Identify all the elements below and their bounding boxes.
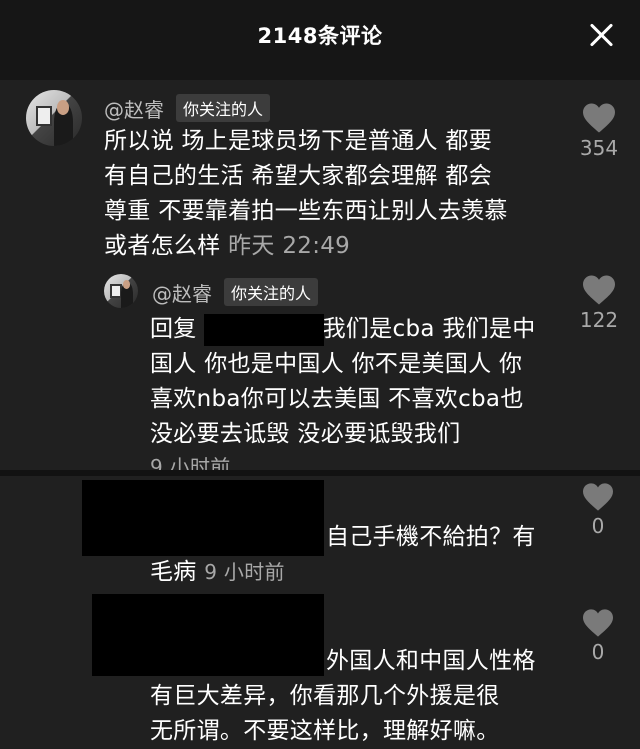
reply-item: @赵睿 你关注的人 回复 我们是cba 我们是中 国人 你也是中国人 你不是美国人… <box>0 262 640 479</box>
like-count: 122 <box>579 308 619 332</box>
following-badge: 你关注的人 <box>176 94 271 122</box>
comment-text: 所以说 场上是球员场下是普通人 都要 有自己的生活 希望大家都会理解 都会 尊重… <box>104 128 508 259</box>
avatar[interactable] <box>104 274 138 308</box>
like-button[interactable]: 0 <box>576 482 620 538</box>
like-count: 0 <box>591 514 605 538</box>
following-badge: 你关注的人 <box>224 278 319 306</box>
like-count: 354 <box>579 136 619 160</box>
heart-icon <box>583 103 615 133</box>
comment-time: 9 小时前 <box>204 560 285 584</box>
heart-icon <box>583 609 613 637</box>
heart-icon <box>583 483 613 511</box>
redacted-username <box>204 314 324 346</box>
comment-count-title: 2148条评论 <box>257 24 383 48</box>
like-count: 0 <box>591 640 605 664</box>
comment-item: @赵睿 你关注的人 所以说 场上是球员场下是普通人 都要 有自己的生活 希望大家… <box>0 80 640 262</box>
comments-header: 2148条评论 <box>0 0 640 80</box>
heart-icon <box>583 275 615 305</box>
like-button[interactable]: 0 <box>576 608 620 664</box>
like-button[interactable]: 354 <box>574 102 624 160</box>
comment-item: 自己手機不給拍？有 毛病 9 小时前 0 <box>0 476 640 588</box>
redacted-avatar-and-name <box>82 480 324 556</box>
comment-time: 昨天 22:49 <box>228 233 351 259</box>
comment-item: 外国人和中国人性格 有巨大差异，你看那几个外援是很 无所谓。不要这样比，理解好嘛… <box>0 588 640 748</box>
close-icon[interactable] <box>588 22 614 48</box>
redacted-avatar-and-name <box>92 594 324 676</box>
comment-author[interactable]: @赵睿 <box>104 94 164 123</box>
avatar[interactable] <box>26 90 82 146</box>
comment-author[interactable]: @赵睿 <box>152 278 212 307</box>
like-button[interactable]: 122 <box>574 274 624 332</box>
